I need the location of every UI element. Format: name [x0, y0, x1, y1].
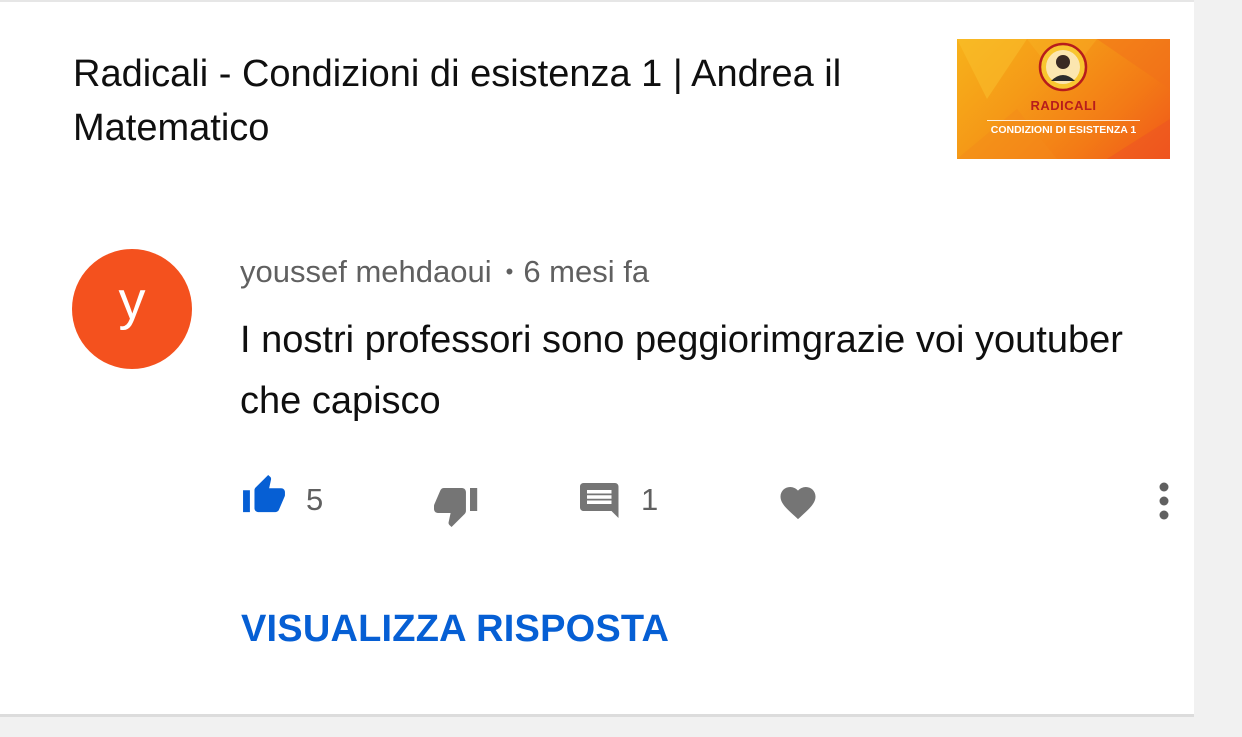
thumbnail-title: RADICALI	[1030, 98, 1097, 113]
heart-icon	[780, 487, 816, 520]
dislike-button[interactable]	[432, 486, 480, 533]
like-count: 5	[306, 482, 324, 517]
comment-text: I nostri professori sono peggiorimgrazie…	[240, 319, 1123, 422]
avatar[interactable]: y	[72, 249, 192, 369]
thumb-down-icon	[434, 488, 478, 528]
comment-card: Radicali - Condizioni di esistenza 1 | A…	[0, 0, 1194, 717]
comment-author[interactable]: youssef mehdaoui	[240, 254, 492, 289]
thumbnail-divider	[987, 120, 1140, 121]
meta-separator: •	[505, 259, 514, 284]
reply-count: 1	[641, 482, 659, 517]
like-button[interactable]	[241, 474, 287, 519]
video-title[interactable]: Radicali - Condizioni di esistenza 1 | A…	[73, 47, 933, 155]
view-reply-button[interactable]: VISUALIZZA RISPOSTA	[241, 608, 669, 651]
more-button[interactable]	[1154, 481, 1174, 526]
thumb-up-icon	[243, 474, 285, 513]
thumbnail-subtitle: CONDIZIONI DI ESISTENZA 1	[990, 124, 1137, 136]
comment-icon	[580, 483, 619, 518]
more-vertical-icon	[1159, 482, 1169, 520]
comment-time: 6 mesi fa	[523, 254, 650, 289]
comment-meta: youssef mehdaoui • 6 mesi fa	[240, 254, 649, 290]
heart-button[interactable]	[777, 481, 819, 526]
reply-button[interactable]	[580, 483, 622, 530]
video-thumbnail[interactable]: RADICALI CONDIZIONI DI ESISTENZA 1	[957, 39, 1170, 159]
